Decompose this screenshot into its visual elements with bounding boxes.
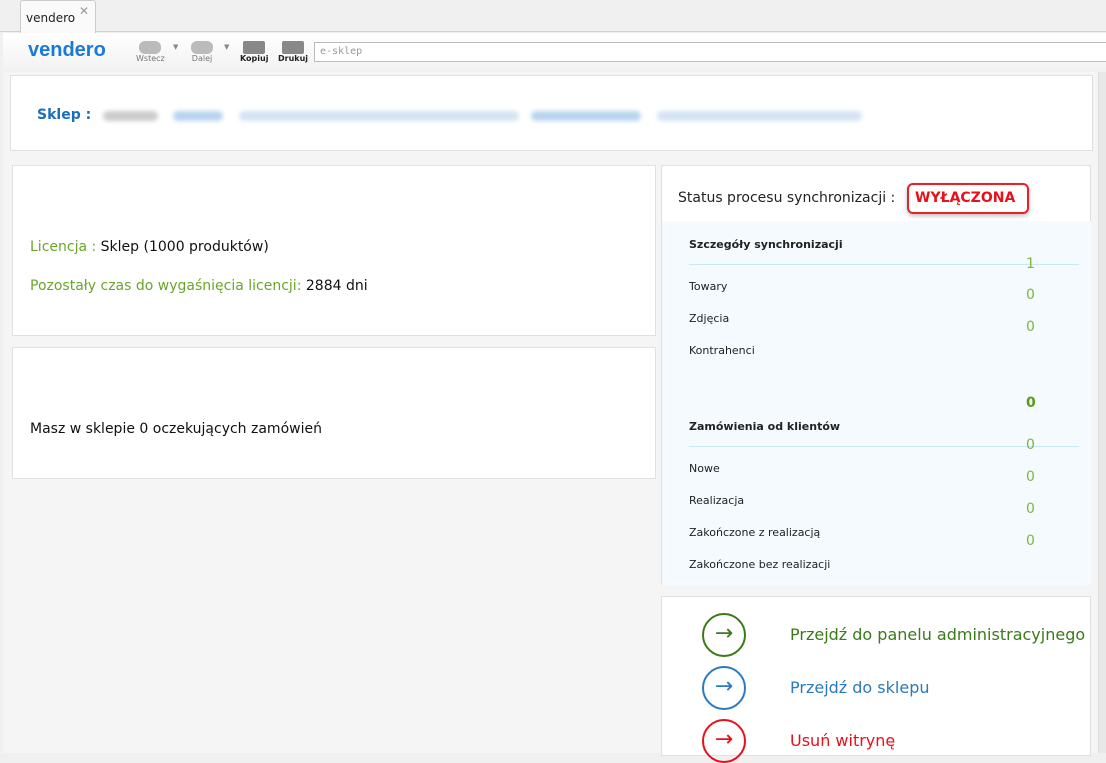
zakonczone-bez-label: Zakończone bez realizacji — [689, 558, 831, 571]
actions-card: → Przejdź do panelu administracyjnego → Pr… — [661, 596, 1091, 763]
sync-status-label: Status procesu synchronizacji : — [678, 190, 896, 206]
arrow-right-icon: → — [702, 719, 746, 763]
forward-arrow-icon — [191, 41, 213, 54]
shop-info-card: Sklep : — [10, 75, 1093, 151]
license-label: Licencja : — [30, 239, 97, 255]
zdjecia-value: 0 — [1026, 287, 1035, 303]
back-arrow-icon — [139, 41, 162, 54]
admin-panel-label: Przejdź do panelu administracyjnego — [790, 625, 1086, 644]
orders-total: 0 — [1026, 395, 1036, 411]
blurred-info — [531, 111, 641, 121]
back-button[interactable]: Wstecz — [136, 41, 165, 63]
delete-site-label: Usuń witrynę — [790, 731, 896, 750]
copy-label: Kopiuj — [240, 54, 269, 63]
address-bar[interactable]: e-sklep — [314, 42, 1106, 62]
realizacja-label: Realizacja — [689, 494, 745, 507]
logo: vendero — [28, 39, 106, 61]
divider — [689, 264, 1079, 265]
license-card: Licencja : Sklep (1000 produktów) Pozost… — [12, 165, 656, 336]
forward-dropdown-icon[interactable]: ▼ — [224, 43, 229, 51]
kontrahenci-value: 0 — [1026, 319, 1035, 335]
toolbar: vendero Wstecz ▼ Dalej ▼ Kopiuj Drukuj e… — [3, 33, 1106, 71]
remaining-value: 2884 dni — [305, 278, 368, 294]
pending-orders-text: Masz w sklepie 0 oczekujących zamówień — [30, 421, 322, 437]
realizacja-value: 0 — [1026, 469, 1035, 485]
towary-value: 1 — [1026, 256, 1035, 272]
forward-button[interactable]: Dalej — [191, 41, 213, 63]
sync-card: Status procesu synchronizacji : WYŁĄCZON… — [661, 165, 1091, 585]
copy-button[interactable]: Kopiuj — [240, 41, 268, 63]
sync-details: Szczegóły synchronizacji 1 Towary 0 Zdję… — [662, 221, 1091, 585]
sync-status-badge: WYŁĄCZONA — [907, 183, 1029, 214]
blurred-info — [173, 111, 223, 121]
forward-label: Dalej — [191, 54, 213, 63]
go-to-shop-label: Przejdź do sklepu — [790, 678, 930, 697]
back-dropdown-icon[interactable]: ▼ — [173, 43, 178, 51]
zakonczone-z-value: 0 — [1026, 501, 1035, 517]
close-tab-icon[interactable]: ✕ — [79, 4, 89, 18]
print-button[interactable]: Drukuj — [278, 41, 308, 63]
details-title: Szczegóły synchronizacji — [689, 238, 843, 251]
blurred-info — [239, 111, 519, 121]
printer-icon — [282, 41, 305, 54]
shop-label: Sklep : — [37, 107, 92, 123]
zakonczone-bez-value: 0 — [1026, 533, 1035, 549]
tab-vendero[interactable]: vendero ✕ — [20, 0, 96, 33]
kontrahenci-label: Kontrahenci — [689, 344, 755, 357]
license-value: Sklep (1000 produktów) — [100, 239, 269, 255]
blurred-info — [657, 111, 862, 121]
zakonczone-z-label: Zakończone z realizacją — [689, 526, 821, 539]
divider — [689, 446, 1079, 447]
nowe-value: 0 — [1026, 437, 1035, 453]
remaining-label: Pozostały czas do wygaśnięcia licencji: — [30, 278, 302, 294]
nowe-label: Nowe — [689, 462, 720, 475]
print-label: Drukuj — [278, 54, 309, 63]
blurred-info — [103, 111, 158, 121]
orders-card: Masz w sklepie 0 oczekujących zamówień — [12, 347, 656, 479]
tab-bar: vendero ✕ — [0, 0, 1106, 33]
scrollbar[interactable] — [1098, 72, 1106, 753]
towary-label: Towary — [689, 280, 728, 293]
back-label: Wstecz — [136, 54, 165, 63]
arrow-right-icon: → — [702, 613, 746, 657]
arrow-right-icon: → — [702, 666, 746, 710]
orders-title: Zamówienia od klientów — [689, 420, 841, 433]
tab-title: vendero — [26, 11, 76, 25]
zdjecia-label: Zdjęcia — [689, 312, 730, 325]
copy-icon — [243, 41, 266, 54]
